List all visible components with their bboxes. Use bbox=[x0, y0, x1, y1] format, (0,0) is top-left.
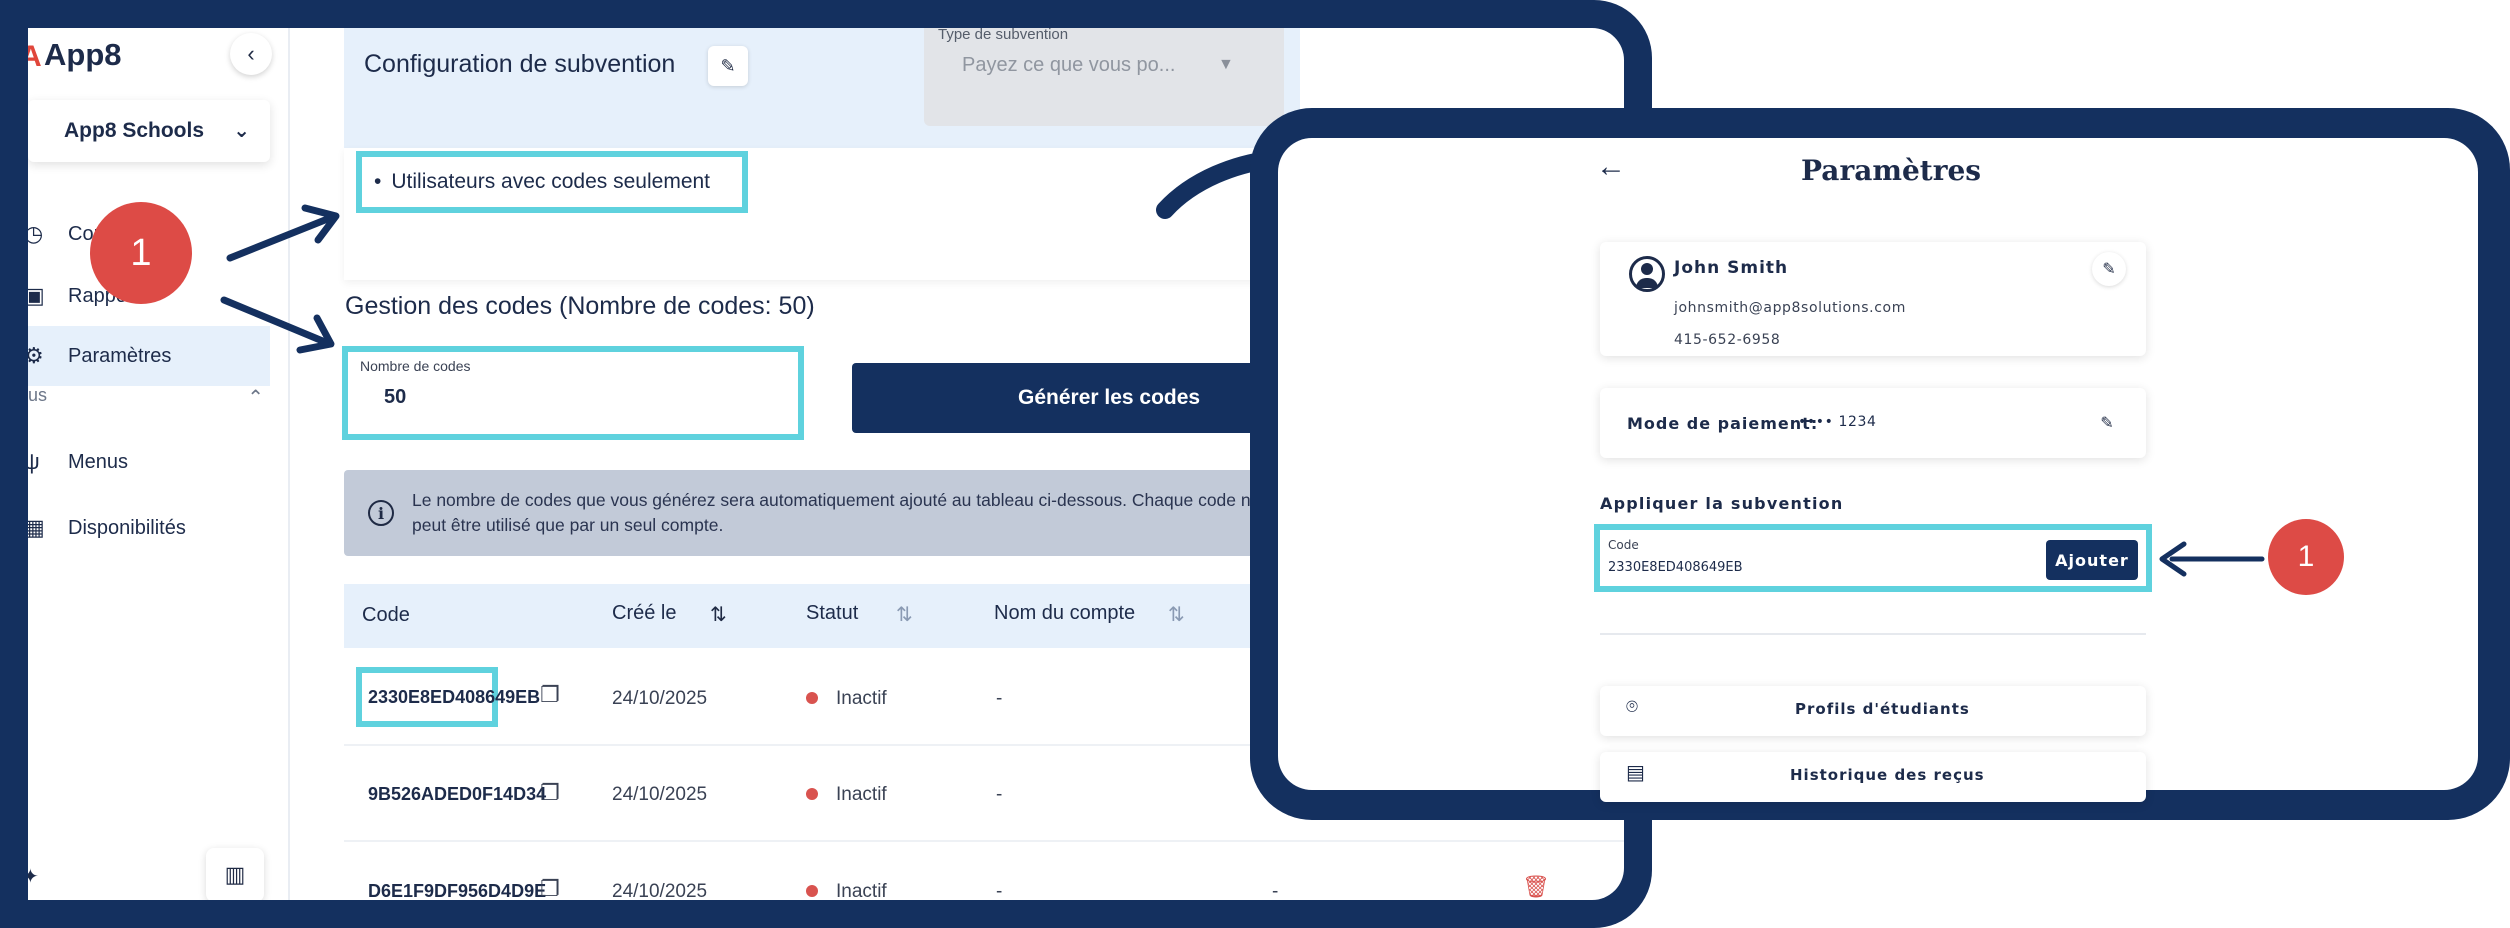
arrow-line-icon bbox=[220, 296, 329, 346]
pencil-icon: ✎ bbox=[2102, 261, 2116, 278]
subsidy-code-value[interactable]: 2330E8ED408649EB bbox=[1608, 560, 1743, 575]
arrow-line-icon bbox=[226, 214, 334, 262]
add-code-button[interactable]: Ajouter bbox=[2046, 540, 2138, 580]
sidebar-footer-icon[interactable]: ✦ bbox=[28, 864, 39, 889]
copy-icon[interactable]: ❐ bbox=[540, 682, 560, 708]
date-cell: 24/10/2025 bbox=[612, 881, 708, 900]
info-icon: i bbox=[368, 500, 394, 526]
date-cell: 24/10/2025 bbox=[612, 688, 708, 709]
user-name: John Smith bbox=[1674, 258, 1789, 278]
page-title: Paramètres bbox=[1801, 154, 1982, 187]
column-header-created[interactable]: Créé le bbox=[612, 602, 676, 625]
user-phone: 415-652-6958 bbox=[1674, 332, 1781, 348]
edit-payment-button[interactable]: ✎ bbox=[2090, 406, 2124, 440]
sort-icon[interactable]: ⇅ bbox=[896, 602, 913, 627]
account-cell: - bbox=[996, 688, 1003, 709]
user-email: johnsmith@app8solutions.com bbox=[1674, 300, 1906, 316]
date-cell: 24/10/2025 bbox=[612, 784, 708, 805]
status-cell: Inactif bbox=[836, 688, 887, 709]
code-cell: 9B526ADED0F14D34 bbox=[368, 784, 547, 804]
payment-method-label: Mode de paiement: bbox=[1627, 414, 1819, 433]
avatar-head-icon bbox=[1641, 263, 1653, 275]
calendar-icon: ▦ bbox=[28, 515, 45, 540]
column-header-code: Code bbox=[362, 604, 410, 626]
annotation-arrows-left bbox=[220, 149, 1300, 354]
copy-icon[interactable]: ❐ bbox=[540, 876, 560, 900]
divider bbox=[1600, 633, 2146, 635]
store-button[interactable]: ▥ bbox=[206, 848, 264, 900]
back-arrow-icon[interactable]: ← bbox=[1596, 150, 1626, 184]
pencil-icon: ✎ bbox=[2100, 415, 2114, 432]
column-header-status[interactable]: Statut bbox=[806, 602, 858, 625]
extra-cell: - bbox=[1272, 881, 1279, 900]
code-cell: D6E1F9DF956D4D9E bbox=[368, 881, 547, 900]
sidebar-item-label: Disponibilités bbox=[68, 516, 186, 539]
step-badge-number: 1 bbox=[2297, 540, 2315, 573]
annotation-arrow-right bbox=[2159, 541, 2265, 577]
status-dot-icon bbox=[806, 885, 818, 897]
apply-subsidy-heading: Appliquer la subvention bbox=[1600, 494, 1844, 513]
copy-icon[interactable]: ❐ bbox=[540, 780, 560, 806]
receipt-icon: ▤ bbox=[1626, 762, 1645, 784]
code-cell: 2330E8ED408649EB bbox=[368, 687, 541, 707]
sort-ascending-icon[interactable]: ⇅ bbox=[710, 602, 727, 627]
sidebar-item-disponibilites[interactable]: ▦ Disponibilités bbox=[28, 498, 270, 558]
column-header-account[interactable]: Nom du compte bbox=[994, 602, 1135, 625]
status-dot-icon bbox=[806, 692, 818, 704]
account-cell: - bbox=[996, 881, 1003, 900]
trash-icon[interactable]: 🗑 bbox=[1522, 874, 1568, 900]
add-code-label: Ajouter bbox=[2055, 550, 2129, 570]
location-pin-icon: ⌾ bbox=[1626, 696, 1638, 718]
status-cell: Inactif bbox=[836, 784, 887, 805]
info-banner-text: Le nombre de codes que vous générez sera… bbox=[412, 490, 1261, 535]
edit-profile-button[interactable]: ✎ bbox=[2092, 252, 2126, 286]
menu-item-label: Profils d'étudiants bbox=[1795, 700, 1970, 718]
sort-icon[interactable]: ⇅ bbox=[1168, 602, 1185, 627]
sidebar-item-label: Menus bbox=[68, 450, 129, 473]
payment-card-mask: •••• 1234 bbox=[1798, 414, 1877, 430]
store-icon: ▥ bbox=[224, 862, 246, 887]
menu-item-label: Historique des reçus bbox=[1790, 766, 1985, 784]
row-divider bbox=[344, 840, 1624, 842]
utensils-icon: ψ bbox=[28, 449, 40, 474]
sidebar-item-menus[interactable]: ψ Menus bbox=[28, 432, 270, 492]
step-badge-right: 1 bbox=[2268, 519, 2344, 595]
account-cell: - bbox=[996, 784, 1003, 805]
subsidy-code-label: Code bbox=[1608, 538, 1639, 552]
status-dot-icon bbox=[806, 788, 818, 800]
status-cell: Inactif bbox=[836, 881, 887, 900]
